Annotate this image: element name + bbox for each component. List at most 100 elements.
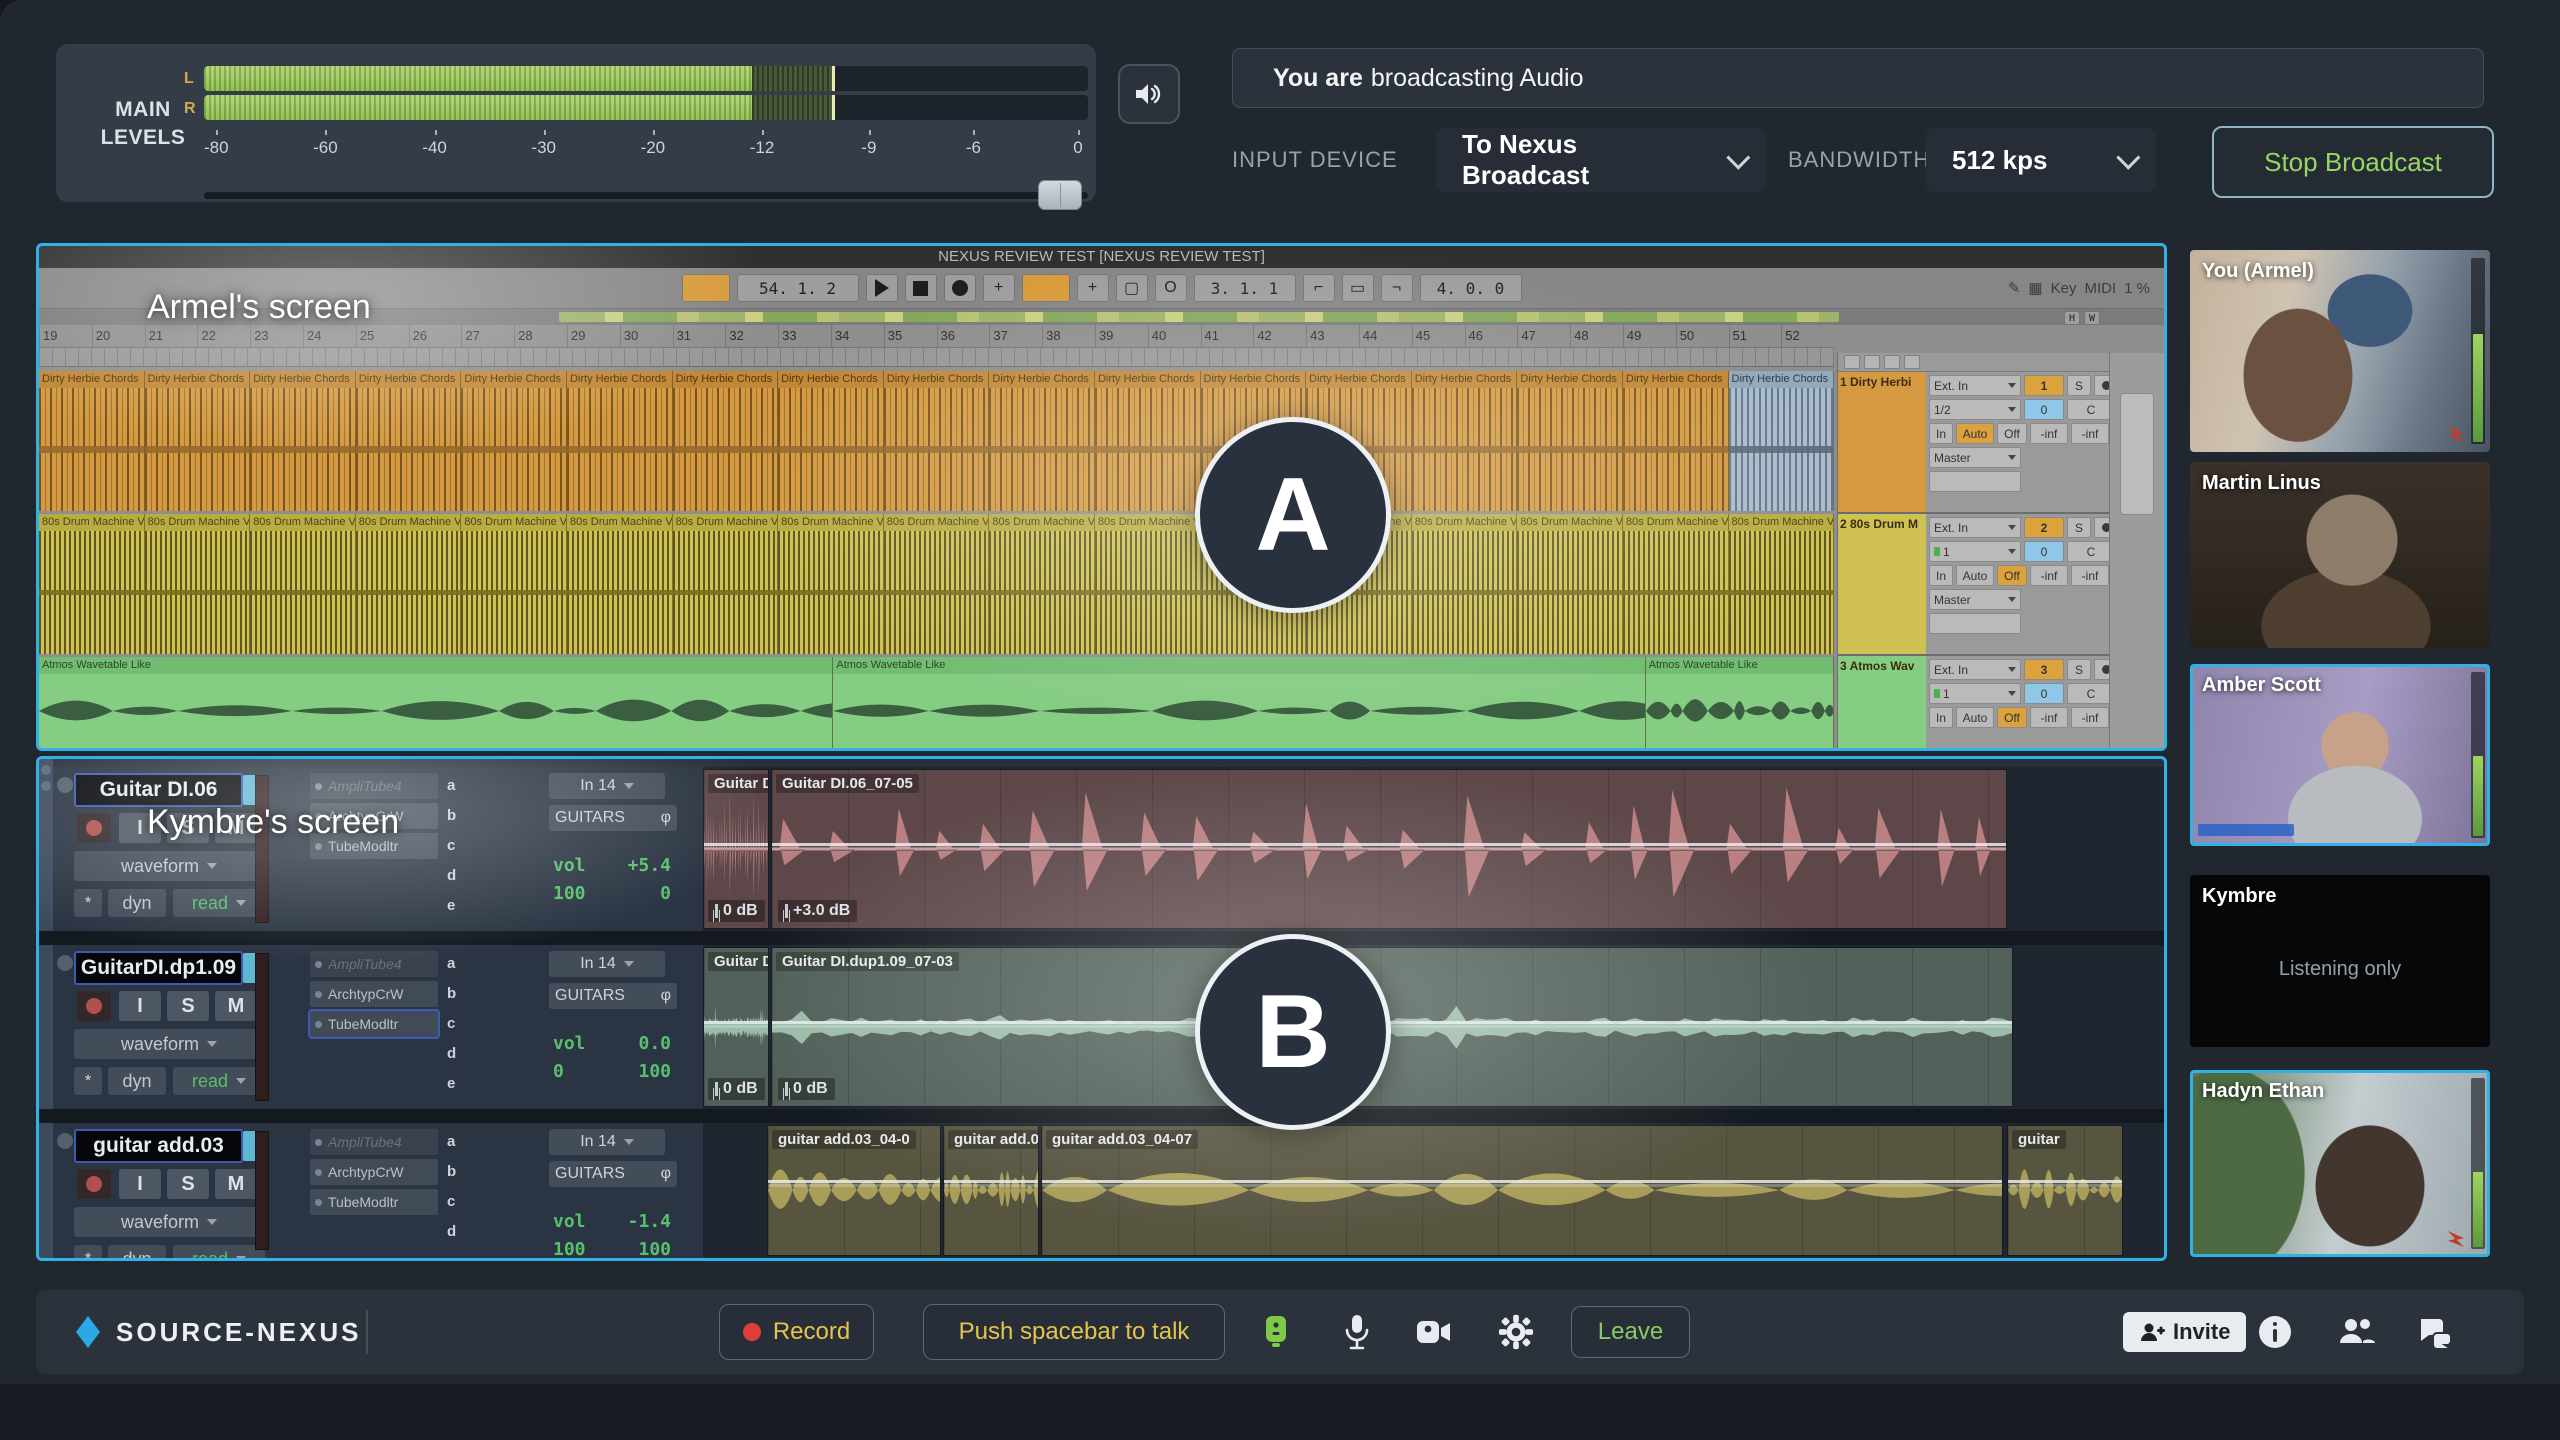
punch-in-icon: ⌐: [1303, 274, 1335, 302]
participant-video-hadyn[interactable]: Hadyn Ethan: [2190, 1070, 2490, 1257]
audio-clip: 80s Drum Machine V: [1095, 514, 1201, 654]
audio-clip: Dirty Herbie Chords: [1623, 371, 1729, 511]
output-volume-slider[interactable]: [204, 180, 1088, 210]
participants-button[interactable]: [2337, 1312, 2377, 1352]
solo-button: S: [167, 991, 209, 1021]
track-number: 2: [2024, 517, 2064, 538]
participant-name: Hadyn Ethan: [2202, 1080, 2324, 1103]
disclosure-icon: [57, 1133, 73, 1149]
audio-clip: Dirty Herbie Chords: [39, 371, 145, 511]
chevron-down-icon: [1726, 145, 1750, 169]
scrollbar-thumb[interactable]: [2120, 393, 2154, 515]
audio-region: guitar add.03_04-0: [767, 1125, 941, 1256]
participant-name: You (Armel): [2202, 260, 2314, 283]
microphone-button[interactable]: [1337, 1312, 1377, 1352]
db-scale-tick: -40: [422, 130, 447, 158]
leave-button[interactable]: Leave: [1571, 1306, 1690, 1358]
insert-slot: AmpliTube4: [310, 1129, 438, 1155]
audio-clip: 80s Drum Machine V: [1517, 514, 1623, 654]
stop-broadcast-button[interactable]: Stop Broadcast: [2212, 126, 2494, 198]
info-icon: [2257, 1314, 2293, 1350]
bar-number: 43: [1306, 325, 1359, 347]
broadcast-status: You are broadcasting Audio: [1232, 48, 2484, 108]
audio-clip: 80s Drum Machine V: [989, 514, 1095, 654]
track-number: 3: [2024, 659, 2064, 680]
participant-video-amber[interactable]: Amber Scott: [2190, 664, 2490, 846]
beat-ruler: [39, 348, 1834, 367]
audio-clip: Dirty Herbie Chords: [145, 371, 251, 511]
audio-clip: 80s Drum Machine V: [884, 514, 990, 654]
info-button[interactable]: [2255, 1312, 2295, 1352]
divider: [366, 1310, 368, 1354]
pan-value: 0: [2024, 683, 2064, 704]
bar-number: 32: [725, 325, 778, 347]
bar-number: 33: [778, 325, 831, 347]
play-icon: [866, 274, 898, 302]
arrangement-position: 54. 1. 2: [737, 274, 859, 302]
input-device-label: INPUT DEVICE: [1232, 128, 1398, 192]
pan-value: 0: [2024, 399, 2064, 420]
input-device-select[interactable]: To Nexus Broadcast: [1436, 128, 1766, 192]
bar-number: 20: [92, 325, 145, 347]
people-icon: [2337, 1317, 2377, 1347]
record-button[interactable]: Record: [719, 1304, 874, 1360]
participant-video-kymbre[interactable]: Kymbre Listening only: [2190, 875, 2490, 1047]
insert-slot: ArchtypCrW: [310, 1159, 438, 1185]
bar-number: 47: [1517, 325, 1570, 347]
db-scale-tick: 0: [1068, 130, 1088, 158]
follow-icon: O: [1155, 274, 1187, 302]
bar-number: 35: [884, 325, 937, 347]
participant-video-armel[interactable]: You (Armel): [2190, 250, 2490, 452]
bar-number: 22: [197, 325, 250, 347]
shared-screen-b: Guitar DI.06 I S M waveform * dyn read A…: [36, 756, 2167, 1261]
bar-number: 27: [461, 325, 514, 347]
track-row-dirty-herbie: Dirty Herbie ChordsDirty Herbie ChordsDi…: [39, 371, 1834, 511]
slider-handle[interactable]: [1038, 180, 1082, 210]
bandwidth-select[interactable]: 512 kps: [1926, 128, 2156, 192]
track-number: 1: [2024, 375, 2064, 396]
stop-icon: [905, 274, 937, 302]
audio-clip: Atmos Wavetable Like: [1646, 657, 1834, 748]
audio-clip: 80s Drum Machine V: [778, 514, 884, 654]
loop-icon: ▭: [1342, 274, 1374, 302]
invite-button[interactable]: Invite: [2123, 1312, 2246, 1352]
crossfade-button: C: [2067, 683, 2115, 704]
bar-number: 24: [303, 325, 356, 347]
bar-number: 42: [1253, 325, 1306, 347]
punch-out-icon: ¬: [1381, 274, 1413, 302]
camera-button[interactable]: [1414, 1312, 1454, 1352]
screen-share-button[interactable]: [1256, 1312, 1296, 1352]
bar-number: 52: [1781, 325, 1834, 347]
pan-right: 100: [638, 1061, 671, 1082]
vertical-scrollbar[interactable]: [2109, 353, 2164, 748]
disclosure-icon: [57, 777, 73, 793]
participant-level-meter: [2471, 258, 2485, 444]
db-scale: -80-60-40-30-20-12-9-60: [204, 130, 1088, 158]
automation-icon: *: [74, 1067, 102, 1095]
insert-slot: AmpliTube4: [310, 951, 438, 977]
insert-slot-selected: TubeModltr: [310, 1011, 438, 1037]
bar-number: 29: [567, 325, 620, 347]
audio-region: Guitar D 0 dB: [703, 769, 769, 929]
crossfade-button: C: [2067, 541, 2115, 562]
midi-map-label: MIDI: [2084, 280, 2116, 297]
speaker-button[interactable]: [1118, 64, 1180, 124]
solo-button: S: [2067, 375, 2091, 396]
track-row-atmos: Atmos Wavetable Like Atmos Wavetable Lik…: [39, 657, 1834, 748]
audio-clip: Dirty Herbie Chords: [989, 371, 1095, 511]
participant-video-martin[interactable]: Martin Linus: [2190, 462, 2490, 648]
loop-length: 4. 0. 0: [1420, 274, 1522, 302]
bar-number: 26: [409, 325, 462, 347]
track-header-2: 2 80s Drum M Ext. In 2 S 1 0 C In: [1838, 514, 2110, 656]
chat-button[interactable]: [2415, 1312, 2455, 1352]
app-window: MAIN LEVELS L R -80-60-40-30-20-12-9-60 …: [0, 0, 2560, 1440]
pan-right: 100: [638, 1239, 671, 1260]
stream-caption-chip: [2198, 824, 2294, 836]
mic-icon: [1342, 1313, 1372, 1351]
bar-number: 19: [39, 325, 92, 347]
settings-button[interactable]: [1496, 1312, 1536, 1352]
record-icon: [944, 274, 976, 302]
track-header-panel: 1 Dirty Herbi Ext. In 1 S 1/2 0 C In: [1837, 353, 2110, 748]
db-scale-tick: -6: [963, 130, 983, 158]
push-to-talk-button[interactable]: Push spacebar to talk: [923, 1304, 1225, 1360]
